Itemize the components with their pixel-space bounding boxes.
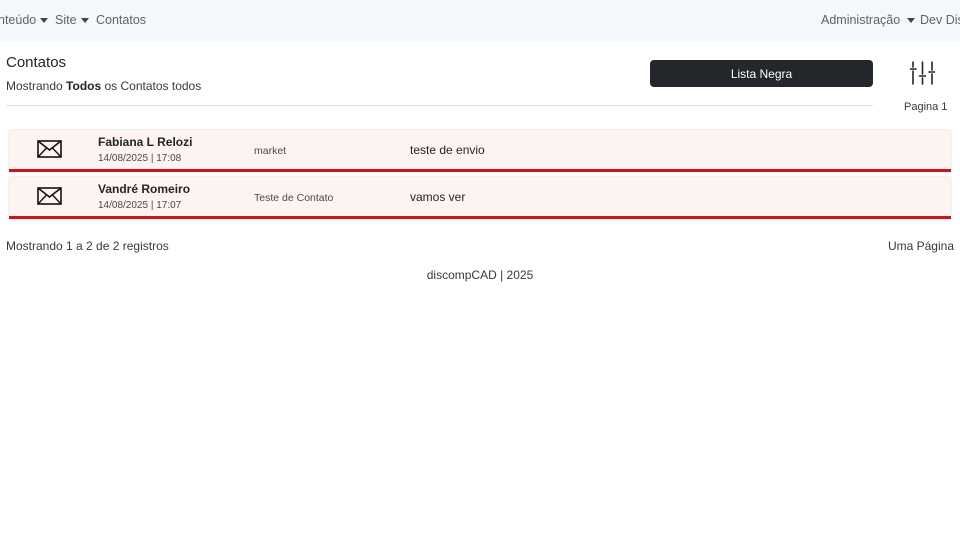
nav-item-label: Site [55,13,77,27]
contact-datetime: 14/08/2025 | 17:08 [98,153,182,164]
nav-item-contatos[interactable]: Contatos [96,13,146,27]
nav-item-label: Dev Dis [920,13,960,27]
page-indicator: Pagina 1 [904,101,948,113]
contact-row[interactable]: Vandré Romeiro 14/08/2025 | 17:07 Teste … [9,177,951,219]
contact-subject: market [254,145,287,157]
records-count: Mostrando 1 a 2 de 2 registros [6,239,169,253]
contact-datetime: 14/08/2025 | 17:07 [98,200,182,211]
contact-name: Fabiana L Relozi [98,135,193,149]
nav-item-conteudo[interactable]: nteúdo [0,13,49,27]
nav-item-label: Contatos [96,13,147,27]
caret-down-icon [907,17,916,23]
contact-name: Vandré Romeiro [98,182,191,196]
subtitle-suffix: os Contatos todos [104,79,202,93]
nav-item-user[interactable]: Dev Dis [920,13,960,27]
subtitle-prefix: Mostrando [6,79,63,93]
sliders-icon[interactable] [910,61,935,85]
top-navbar: nteúdo Site Contatos Administração Dev D… [0,0,960,41]
contact-message: teste de envio [410,143,485,157]
copyright-footer: discompCAD | 2025 [426,268,534,282]
contact-row[interactable]: Fabiana L Relozi 14/08/2025 | 17:08 mark… [9,130,951,172]
contact-subject: Teste de Contato [254,192,334,204]
page-subtitle: Mostrando Todos os Contatos todos [6,79,201,93]
envelope-icon [37,187,62,205]
nav-item-site[interactable]: Site [55,13,89,27]
caret-down-icon [40,17,49,23]
pagination-link[interactable]: Uma Página [888,239,954,253]
contact-message: vamos ver [410,190,466,204]
envelope-icon [37,140,62,158]
nav-item-administracao[interactable]: Administração [821,13,916,27]
nav-item-label: nteúdo [0,13,37,27]
caret-down-icon [80,17,89,23]
blacklist-button[interactable]: Lista Negra [650,60,873,87]
page-title: Contatos [6,54,67,71]
header-divider [6,105,873,106]
nav-item-label: Administração [821,13,901,27]
subtitle-filter: Todos [66,79,102,93]
